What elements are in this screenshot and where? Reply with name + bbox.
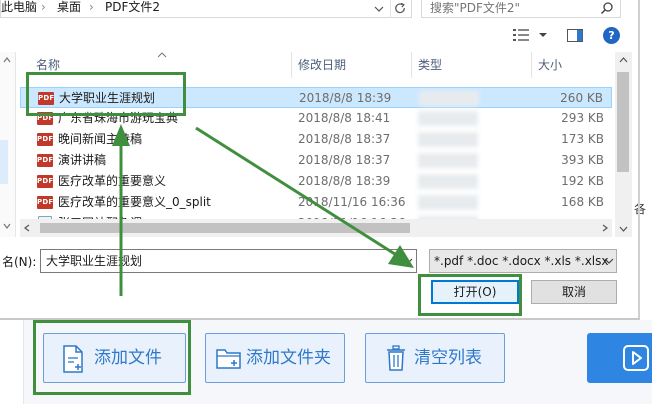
scroll-left-icon[interactable] — [24, 224, 30, 232]
file-row[interactable]: PDF 医疗改革的重要意义_0_split 2018/11/16 16:36 1… — [20, 192, 612, 213]
file-name: 演讲讲稿 — [58, 153, 107, 167]
breadcrumb-desktop[interactable]: 桌面 — [57, 0, 81, 14]
column-size[interactable]: 大小 — [532, 52, 612, 78]
cancel-button[interactable]: 取消 — [531, 280, 617, 304]
scroll-right-icon[interactable] — [602, 224, 608, 232]
file-name: 医疗改革的重要意义 — [58, 174, 167, 188]
search-input[interactable] — [430, 0, 590, 16]
clear-list-label: 清空列表 — [414, 348, 482, 368]
sort-ascending-icon — [157, 52, 167, 58]
refresh-icon[interactable] — [390, 0, 410, 18]
file-row[interactable]: PDF 医疗改革的重要意义 2018/8/8 18:39 192 KB — [20, 171, 612, 192]
address-bar[interactable]: 此电脑 › 桌面 › PDF文件2 — [0, 0, 412, 18]
pdf-file-icon: PDF — [37, 133, 53, 146]
background-window-text: 各 — [634, 202, 647, 216]
trash-icon — [387, 345, 405, 371]
scroll-up-icon[interactable] — [619, 57, 628, 63]
scroll-down-icon[interactable] — [619, 226, 628, 232]
chevron-down-icon[interactable] — [370, 0, 388, 18]
annotation-highlight-file — [26, 72, 186, 116]
column-modified[interactable]: 修改日期 — [292, 52, 412, 78]
filename-label: 名(N): — [2, 255, 37, 269]
pdf-file-icon: PDF — [37, 154, 53, 167]
file-size: 293 KB — [561, 111, 604, 125]
chevron-down-icon[interactable] — [403, 258, 413, 264]
dialog-border — [638, 0, 640, 318]
column-type[interactable]: 类型 — [412, 52, 532, 78]
file-modified: 2018/8/8 18:37 — [298, 153, 391, 167]
pdf-file-icon: PDF — [37, 196, 53, 209]
add-folder-button[interactable]: 添加文件夹 — [205, 333, 345, 383]
vertical-scroll-thumb[interactable] — [617, 72, 629, 172]
preview-pane-icon[interactable] — [567, 29, 583, 42]
file-name: 医疗改革的重要意义_0_split — [58, 195, 211, 209]
annotation-highlight-open — [418, 274, 522, 316]
file-size: 173 KB — [561, 132, 604, 146]
play-icon — [623, 345, 649, 371]
search-icon[interactable] — [600, 1, 614, 15]
add-folder-icon — [216, 349, 241, 369]
file-type-blurred — [419, 91, 479, 106]
file-modified: 2018/11/16 16:36 — [298, 195, 406, 209]
file-size: 192 KB — [561, 174, 604, 188]
filename-input[interactable]: 大学职业生涯规划 — [40, 249, 417, 273]
scroll-down-icon[interactable] — [2, 222, 12, 230]
breadcrumb-separator: › — [41, 0, 46, 14]
file-type-value: *.pdf *.doc *.docx *.xls *.xlsx — [434, 254, 609, 268]
annotation-highlight-add-file — [33, 320, 191, 395]
file-size: 260 KB — [560, 91, 603, 105]
view-details-icon[interactable] — [513, 28, 529, 42]
caret-down-icon[interactable] — [538, 30, 548, 40]
help-icon[interactable]: ? — [603, 27, 620, 44]
breadcrumb-pdf-folder[interactable]: PDF文件2 — [105, 0, 160, 14]
horizontal-scroll-thumb[interactable] — [40, 223, 410, 233]
search-box[interactable] — [421, 0, 621, 18]
file-name: 晚间新闻主持稿 — [58, 132, 143, 146]
app-side-strip — [0, 320, 24, 404]
file-type-select[interactable]: *.pdf *.doc *.docx *.xls *.xlsx — [429, 249, 617, 273]
file-type-blurred — [418, 195, 478, 210]
file-modified: 2018/8/8 18:37 — [298, 132, 391, 146]
file-type-blurred — [418, 174, 478, 189]
file-type-blurred — [418, 111, 478, 126]
file-modified: 2018/8/8 18:39 — [298, 174, 391, 188]
file-type-blurred — [418, 132, 478, 147]
scroll-up-icon[interactable] — [2, 56, 12, 64]
chevron-down-icon[interactable] — [604, 258, 614, 264]
pdf-file-icon: PDF — [37, 175, 53, 188]
file-size: 168 KB — [561, 195, 604, 209]
clear-list-button[interactable]: 清空列表 — [365, 333, 505, 383]
file-row[interactable]: PDF 晚间新闻主持稿 2018/8/8 18:37 173 KB — [20, 129, 612, 150]
file-modified: 2018/8/8 18:39 — [299, 91, 392, 105]
horizontal-scrollbar[interactable] — [20, 219, 612, 237]
navigation-selected-item[interactable] — [0, 140, 8, 184]
breadcrumb-separator: › — [89, 0, 94, 14]
file-type-blurred — [418, 153, 478, 168]
add-folder-label: 添加文件夹 — [246, 348, 331, 368]
file-size: 393 KB — [561, 153, 604, 167]
file-row[interactable]: PDF 演讲讲稿 2018/8/8 18:37 393 KB — [20, 150, 612, 171]
file-modified: 2018/8/8 18:41 — [298, 111, 391, 125]
breadcrumb-this-pc[interactable]: 此电脑 — [1, 0, 37, 14]
filename-value: 大学职业生涯规划 — [46, 254, 143, 268]
